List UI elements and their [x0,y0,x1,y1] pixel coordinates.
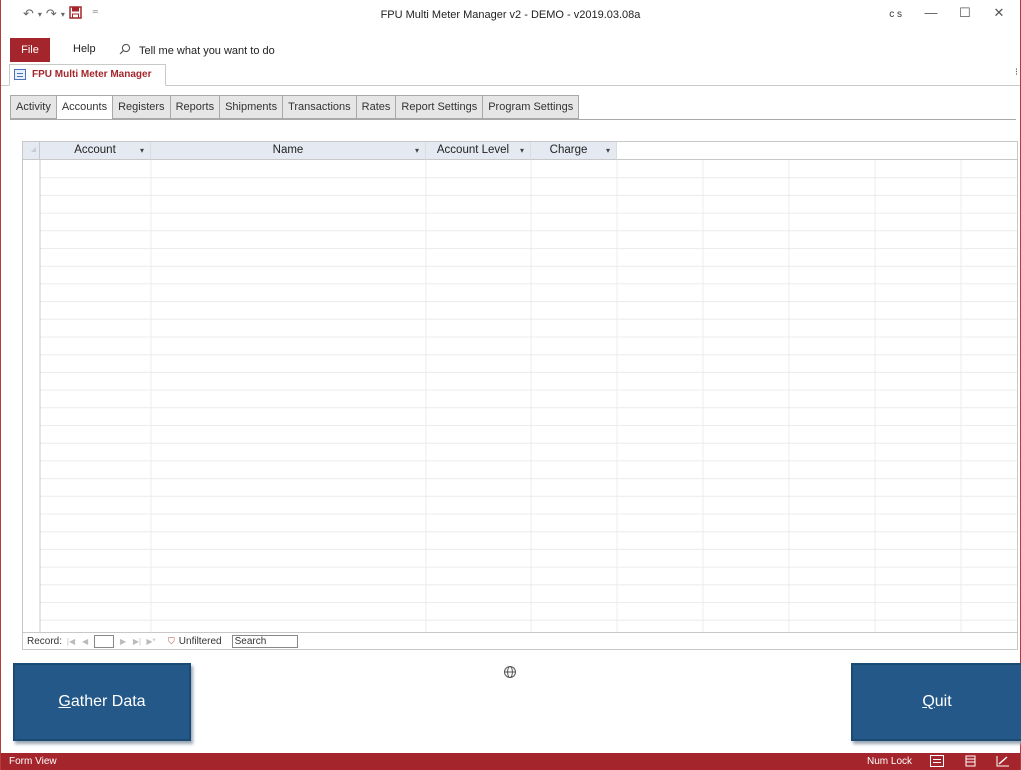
tab-program-settings[interactable]: Program Settings [483,95,580,119]
datasheet-column-headers: Account ▾ Name ▾ Account Level ▾ Charge … [23,142,1017,160]
previous-record-icon[interactable]: ◀ [80,637,90,646]
gather-access-key: G [58,693,71,710]
undo-icon[interactable]: ↶ [23,6,34,22]
new-record-icon[interactable]: ▶* [146,637,156,646]
first-record-icon[interactable]: |◀ [66,637,76,646]
column-header-account[interactable]: Account ▾ [40,142,151,160]
column-header-charge[interactable]: Charge ▾ [531,142,617,160]
quit-label: uit [934,693,952,710]
tab-report-settings[interactable]: Report Settings [396,95,484,119]
document-tab-fpu-multi-meter-manager[interactable]: FPU Multi Meter Manager [9,64,167,86]
record-label: Record: [27,635,63,647]
tell-me-search[interactable]: Tell me what you want to do [119,43,275,58]
select-all-corner[interactable] [23,142,40,160]
column-header-label: Account [74,144,116,156]
next-record-icon[interactable]: ▶ [118,637,128,646]
gather-data-button[interactable]: Gather Data [13,663,191,741]
column-header-label: Name [272,144,304,156]
access-window: ↶ ▾ ↷ ▾ ⁼ FPU Multi Meter Manager v2 - D… [0,0,1021,770]
last-record-icon[interactable]: ▶| [132,637,142,646]
chevron-down-icon[interactable]: ▾ [140,142,144,159]
chevron-down-icon[interactable]: ▾ [415,142,419,159]
tab-reports[interactable]: Reports [170,95,221,119]
dropdown-icon[interactable]: ▾ [61,10,65,19]
quit-access-key: Q [922,693,935,710]
title-bar: ↶ ▾ ↷ ▾ ⁼ FPU Multi Meter Manager v2 - D… [1,0,1020,30]
quit-button[interactable]: Quit [851,663,1021,741]
main-form: Activity Accounts Registers Reports Ship… [8,95,1018,658]
gather-label: ather Data [70,693,146,710]
filter-icon: ⛉ [168,635,175,646]
maximize-button[interactable]: ☐ [948,2,982,26]
column-header-label: Charge [549,144,588,156]
chevron-down-icon[interactable]: ▾ [606,142,610,159]
help-tab[interactable]: Help [73,43,96,55]
dropdown-icon[interactable]: ▾ [38,10,42,19]
chevron-down-icon[interactable]: ▾ [520,142,524,159]
user-initials[interactable]: c s [889,9,902,20]
record-navigation-bar: Record: |◀ ◀ ▶ ▶| ▶* ⛉ Unfiltered Search [23,632,1017,649]
empty-header-area [617,142,1017,160]
filter-label: Unfiltered [178,635,222,647]
minimize-button[interactable]: — [914,2,948,26]
globe-icon [503,665,517,679]
form-view-icon[interactable] [930,755,944,767]
tab-rates[interactable]: Rates [356,95,397,119]
accounts-datasheet[interactable]: Account ▾ Name ▾ Account Level ▾ Charge … [22,141,1018,650]
num-lock-indicator: Num Lock [866,756,912,767]
redo-icon[interactable]: ↷ [46,6,57,22]
file-tab[interactable]: File [10,38,50,62]
tab-accounts[interactable]: Accounts [56,95,114,120]
form-icon [14,69,26,80]
tab-registers[interactable]: Registers [113,95,171,119]
form-tab-strip: Activity Accounts Registers Reports Ship… [10,95,580,120]
status-bar: Form View Num Lock [1,753,1020,770]
datasheet-gridlines [39,160,1017,633]
tab-shipments[interactable]: Shipments [220,95,284,119]
search-icon [119,43,131,58]
customize-qat-icon[interactable]: ⁼ [92,6,99,22]
column-header-label: Account Level [436,144,510,156]
tab-activity[interactable]: Activity [10,95,57,119]
tab-transactions[interactable]: Transactions [283,95,357,119]
datasheet-view-icon[interactable] [964,755,978,767]
design-view-icon[interactable] [996,755,1010,767]
close-button[interactable]: ✕ [982,2,1016,26]
save-icon[interactable] [69,6,82,22]
search-input[interactable]: Search [231,634,298,648]
ribbon: File Help Tell me what you want to do [1,38,1020,62]
current-record-field[interactable] [94,634,115,648]
window-title: FPU Multi Meter Manager v2 - DEMO - v201… [380,9,641,21]
document-tab-bar: FPU Multi Meter Manager ⁝ [1,64,1020,86]
tell-me-placeholder: Tell me what you want to do [139,44,275,57]
column-header-name[interactable]: Name ▾ [151,142,426,160]
quick-access-toolbar: ↶ ▾ ↷ ▾ ⁼ [23,6,99,22]
document-tab-label: FPU Multi Meter Manager [32,69,152,80]
filter-toggle[interactable]: ⛉ Unfiltered [168,636,222,647]
accounts-tab-panel: Account ▾ Name ▾ Account Level ▾ Charge … [10,119,1018,658]
column-header-account-level[interactable]: Account Level ▾ [426,142,531,160]
close-document-icon[interactable]: ⁝ [1015,67,1018,78]
status-view-label: Form View [9,756,57,767]
